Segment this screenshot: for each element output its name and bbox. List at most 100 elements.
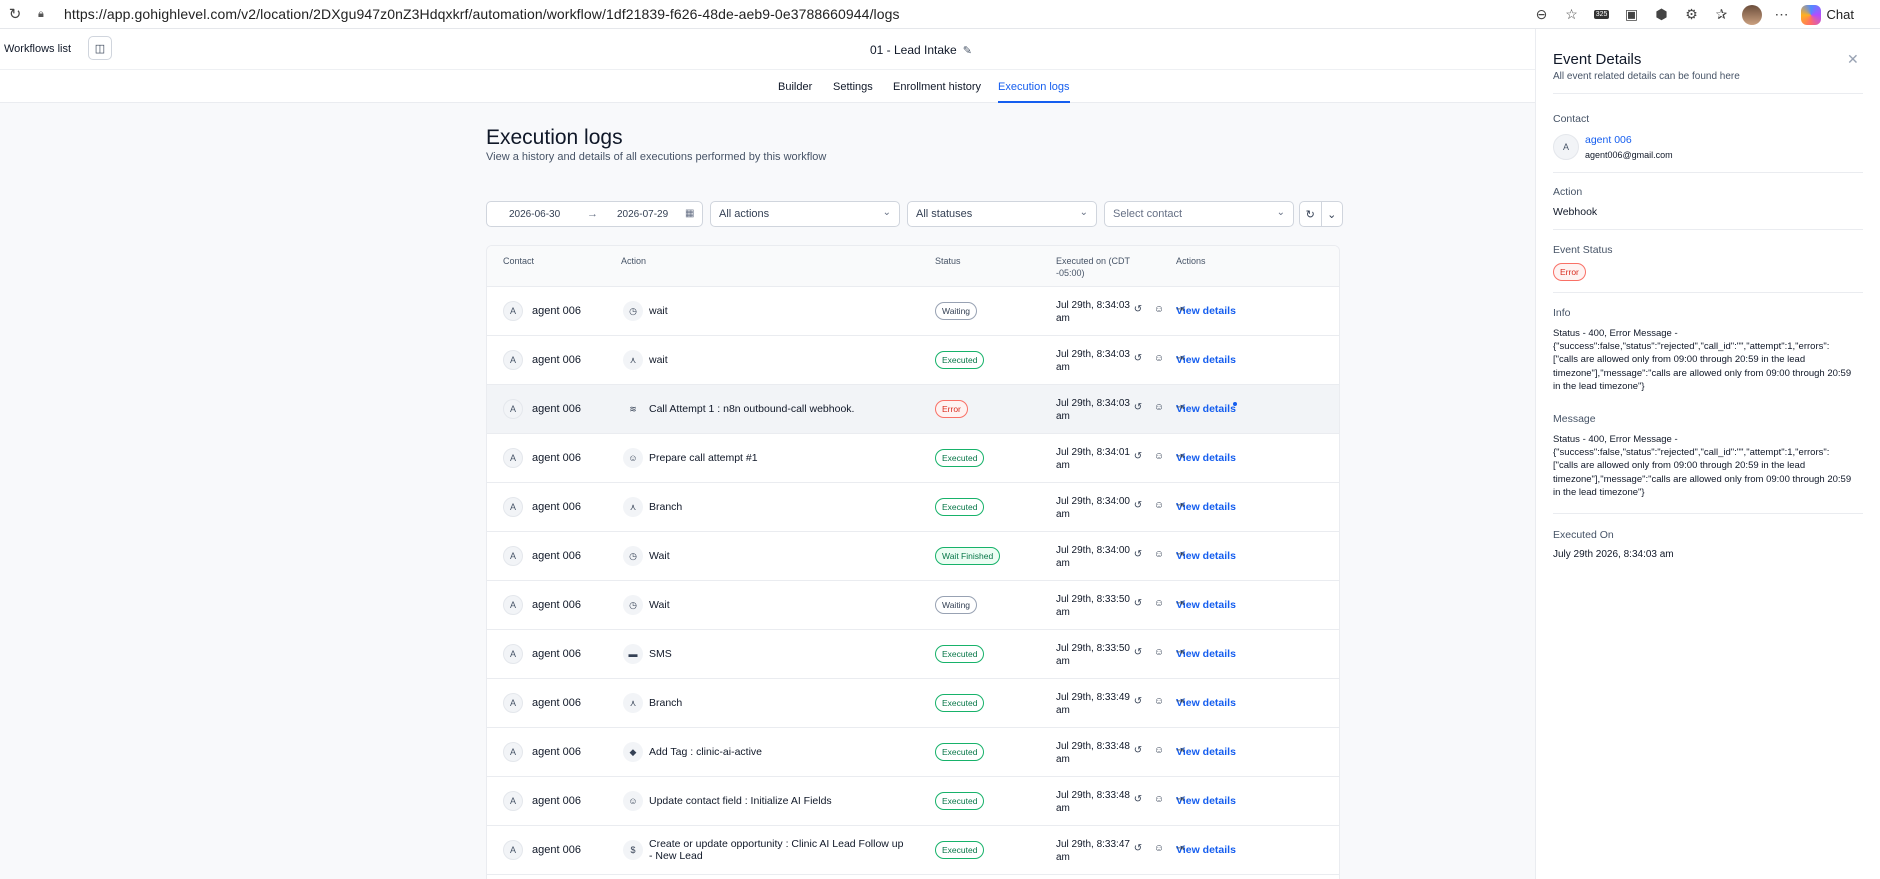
contact-name[interactable]: agent 006 [532, 697, 581, 709]
history-icon[interactable]: ↺ [1131, 402, 1145, 413]
favorites-icon[interactable]: ✰ [1707, 0, 1737, 29]
reload-icon[interactable]: ↻ [0, 5, 30, 23]
workflows-list-link[interactable]: Workflows list [4, 43, 71, 55]
exit-icon[interactable]: ⇥ [1173, 549, 1187, 560]
profile-avatar[interactable] [1737, 0, 1767, 29]
shield-icon[interactable]: ⬢ [1647, 0, 1677, 29]
zoom-icon[interactable]: ⊖ [1527, 0, 1557, 29]
history-icon[interactable]: ↺ [1131, 647, 1145, 658]
contact-name[interactable]: agent 006 [532, 648, 581, 660]
tab-enrollment-history[interactable]: Enrollment history [893, 81, 981, 101]
edit-pencil-icon[interactable]: ✎ [963, 44, 972, 57]
contact-name[interactable]: agent 006 [532, 746, 581, 758]
exit-icon[interactable]: ⇥ [1173, 451, 1187, 462]
table-row[interactable]: Aagent 006 ☺ Update contact field : Initia… [487, 777, 1339, 826]
user-icon[interactable]: ☺ [1152, 598, 1166, 609]
favorite-star-icon[interactable]: ☆ [1557, 0, 1587, 29]
chevron-down-icon[interactable]: ⌄ [1322, 202, 1343, 226]
exit-icon[interactable]: ⇥ [1173, 843, 1187, 854]
user-icon[interactable]: ☺ [1152, 745, 1166, 756]
contact-name[interactable]: agent 006 [532, 795, 581, 807]
exit-icon[interactable]: ⇥ [1173, 304, 1187, 315]
exit-icon[interactable]: ⇥ [1173, 745, 1187, 756]
user-icon[interactable]: ☺ [1152, 843, 1166, 854]
user-icon[interactable]: ☺ [1152, 696, 1166, 707]
history-icon[interactable]: ↺ [1131, 598, 1145, 609]
contact-name[interactable]: agent 006 [532, 844, 581, 856]
user-icon[interactable]: ☺ [1152, 500, 1166, 511]
contact-avatar: A [503, 693, 523, 713]
user-icon[interactable]: ☺ [1152, 794, 1166, 805]
user-icon[interactable]: ☺ [1152, 402, 1166, 413]
action-name: Call Attempt 1 : n8n outbound-call webho… [649, 403, 855, 415]
panel-toggle-button[interactable]: ◫ [88, 36, 112, 60]
user-icon[interactable]: ☺ [1152, 647, 1166, 658]
status-badge: Executed [935, 792, 985, 810]
table-row[interactable]: Aagent 006 ⋏ Branch Executed Jul 29th, 8:34:… [487, 483, 1339, 532]
history-icon[interactable]: ↺ [1131, 500, 1145, 511]
contact-name[interactable]: agent 006 [532, 452, 581, 464]
exit-icon[interactable]: ⇥ [1173, 598, 1187, 609]
history-icon[interactable]: ↺ [1131, 304, 1145, 315]
statuses-select-value: All statuses [916, 208, 973, 220]
user-icon[interactable]: ☺ [1152, 549, 1166, 560]
camera-icon[interactable]: ▣ [1617, 0, 1647, 29]
clock-icon: ◷ [623, 595, 643, 615]
contact-name[interactable]: agent 006 [532, 599, 581, 611]
action-name: Add Tag : clinic-ai-active [649, 746, 763, 758]
history-icon[interactable]: ↺ [1131, 843, 1145, 854]
contact-select[interactable]: Select contact ⌄ [1104, 201, 1294, 227]
table-row[interactable]: Aagent 006 ⋏ Branch Executed Jul 29th, 8:33:… [487, 679, 1339, 728]
contact-name[interactable]: agent 006 [532, 354, 581, 366]
refresh-icon[interactable]: ↻ [1300, 202, 1322, 226]
date-to[interactable]: 2026-07-29 [617, 209, 668, 220]
exit-icon[interactable]: ⇥ [1173, 794, 1187, 805]
table-row[interactable]: Aagent 006 ☺ Prepare call attempt #1 Execut… [487, 434, 1339, 483]
table-header: Contact Action Status Executed on (CDT -… [487, 246, 1339, 287]
table-row[interactable]: Aagent 006 ◆ Add Tag : clinic-ai-active Exe… [487, 728, 1339, 777]
exit-icon[interactable]: ⇥ [1173, 647, 1187, 658]
contact-name[interactable]: agent 006 [532, 501, 581, 513]
contact-name[interactable]: agent 006 [532, 550, 581, 562]
exit-icon[interactable]: ⇥ [1173, 402, 1187, 413]
table-row[interactable]: Aagent 006 ≋ Call Attempt 1 : n8n outbound… [487, 385, 1339, 434]
extension-badge-icon[interactable]: 325 [1587, 0, 1617, 29]
table-row[interactable]: Aagent 006 ▬ SMS Executed Jul 29th, 8:33:50 … [487, 630, 1339, 679]
history-icon[interactable]: ↺ [1131, 745, 1145, 756]
table-row[interactable]: Aagent 006 ◷ wait Waiting Jul 29th, 8:34:03 … [487, 287, 1339, 336]
more-menu-icon[interactable]: ⋯ [1767, 0, 1797, 29]
history-icon[interactable]: ↺ [1131, 451, 1145, 462]
divider [1553, 93, 1863, 94]
contact-name[interactable]: agent 006 [532, 403, 581, 415]
table-row[interactable]: Aagent 006 $ Create or update opportunity … [487, 826, 1339, 875]
user-icon[interactable]: ☺ [1152, 353, 1166, 364]
exit-icon[interactable]: ⇥ [1173, 500, 1187, 511]
history-icon[interactable]: ↺ [1131, 353, 1145, 364]
table-row[interactable]: Aagent 006 ⋏ wait Executed Jul 29th, 8:34:03… [487, 336, 1339, 385]
status-badge: Executed [935, 351, 985, 369]
history-icon[interactable]: ↺ [1131, 794, 1145, 805]
table-row[interactable]: Aagent 006 ◷ Wait Wait Finished Jul 29th, 8:… [487, 532, 1339, 581]
tab-settings[interactable]: Settings [833, 81, 873, 101]
site-info-icon[interactable]: 🔒︎ [38, 8, 54, 21]
exit-icon[interactable]: ⇥ [1173, 696, 1187, 707]
user-icon[interactable]: ☺ [1152, 451, 1166, 462]
contact-name[interactable]: agent 006 [532, 305, 581, 317]
copilot-chat-button[interactable]: Chat [1800, 4, 1854, 25]
tab-execution-logs[interactable]: Execution logs [998, 81, 1070, 103]
statuses-select[interactable]: All statuses ⌄ [907, 201, 1097, 227]
address-bar[interactable]: https://app.gohighlevel.com/v2/location/… [64, 6, 900, 22]
tab-builder[interactable]: Builder [778, 81, 812, 101]
date-range-picker[interactable]: 2026-06-30 → 2026-07-29 ▦ [486, 201, 703, 227]
table-row[interactable]: Aagent 006 ◷ Wait Waiting Jul 29th, 8:33:50 … [487, 581, 1339, 630]
extensions-icon[interactable]: ⚙ [1677, 0, 1707, 29]
actions-select[interactable]: All actions ⌄ [710, 201, 900, 227]
date-from[interactable]: 2026-06-30 [509, 209, 560, 220]
history-icon[interactable]: ↺ [1131, 549, 1145, 560]
history-icon[interactable]: ↺ [1131, 696, 1145, 707]
user-icon[interactable]: ☺ [1152, 304, 1166, 315]
close-icon[interactable]: ✕ [1847, 51, 1859, 68]
contact-name-link[interactable]: agent 006 [1585, 134, 1632, 146]
browser-toolbar: ↻ 🔒︎ https://app.gohighlevel.com/v2/loca… [0, 0, 1880, 29]
exit-icon[interactable]: ⇥ [1173, 353, 1187, 364]
